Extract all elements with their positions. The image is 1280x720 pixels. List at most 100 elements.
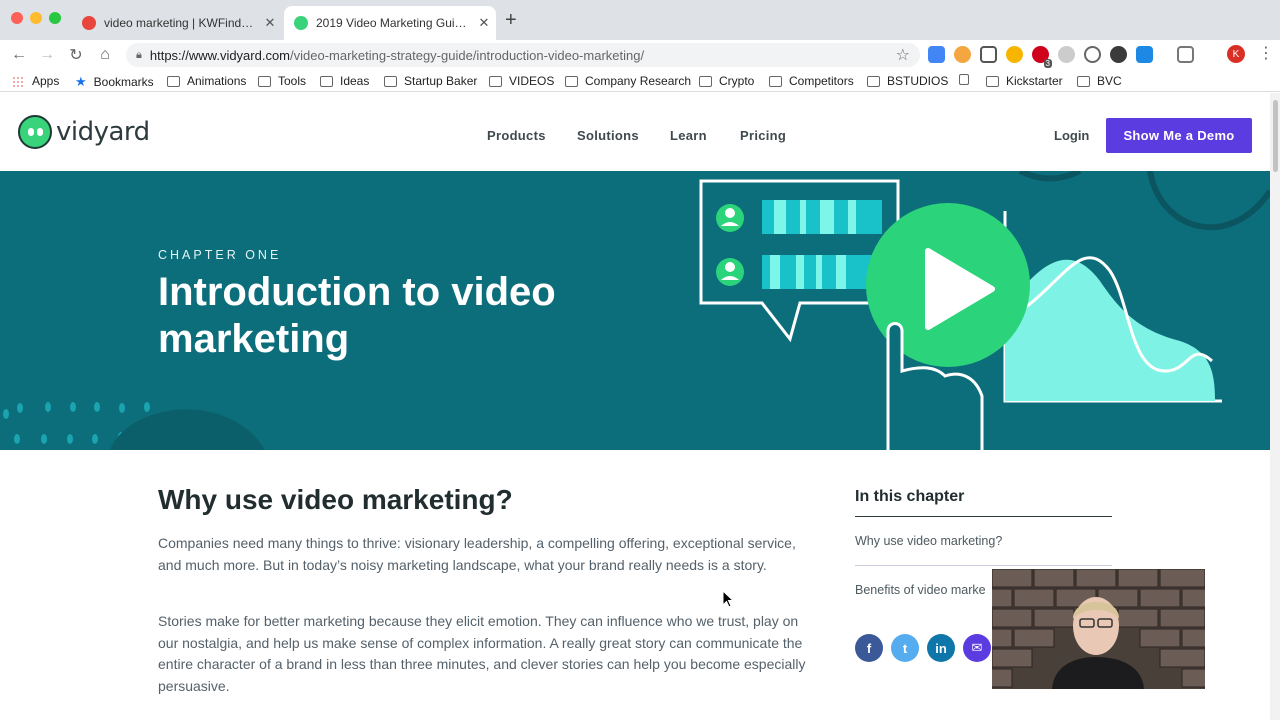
bookmark-folder[interactable]: Animations [167, 74, 246, 88]
extension-icon[interactable] [954, 46, 971, 63]
bookmark-label: BVC [1097, 74, 1122, 88]
reload-icon[interactable]: ↻ [65, 44, 87, 66]
bookmark-folder[interactable]: VIDEOS [489, 74, 554, 88]
scrollbar-thumb[interactable] [1273, 100, 1278, 172]
extension-icon[interactable] [1110, 46, 1127, 63]
nav-learn[interactable]: Learn [670, 128, 707, 143]
folder-icon [167, 75, 180, 87]
site-header: vidyard Products Solutions Learn Pricing… [0, 93, 1270, 171]
vidyard-favicon-icon [294, 16, 308, 30]
login-link[interactable]: Login [1054, 128, 1089, 143]
show-me-a-demo-button[interactable]: Show Me a Demo [1106, 118, 1252, 153]
bookmark-label: Animations [187, 74, 247, 88]
twitter-icon[interactable]: t [891, 634, 919, 662]
lock-icon: 🔒︎ [136, 48, 142, 61]
star-icon: ★ [75, 74, 87, 89]
bookmark-label: Tools [278, 74, 307, 88]
bookmark-folder[interactable]: Tools [258, 74, 306, 88]
folder-icon [258, 75, 271, 87]
close-tab-icon[interactable]: ✕ [472, 15, 496, 31]
logo-text: vidyard [56, 117, 150, 147]
maximize-window-button[interactable] [49, 12, 61, 24]
new-tab-plus-icon[interactable]: + [505, 9, 517, 32]
bookmark-label: Apps [32, 74, 60, 88]
folder-icon [565, 75, 578, 87]
bookmark-folder[interactable]: Ideas [320, 74, 369, 88]
bookmark-folder[interactable]: BSTUDIOS [867, 74, 948, 88]
nav-pricing[interactable]: Pricing [740, 128, 786, 143]
bookmark-bookmarks[interactable]: ★ Bookmarks [75, 74, 154, 90]
article-heading: Why use video marketing? [158, 484, 513, 515]
cast-icon[interactable] [1177, 46, 1194, 63]
hero-title: Introduction to video marketing [158, 270, 556, 361]
bookmark-label: BSTUDIOS [887, 74, 949, 88]
bookmark-folder[interactable]: Competitors [769, 74, 854, 88]
close-tab-icon[interactable]: ✕ [258, 15, 282, 31]
tab-title: video marketing | KWFinder.co [104, 16, 258, 30]
sync-icon[interactable] [1084, 46, 1101, 63]
minimize-window-button[interactable] [30, 12, 42, 24]
bookmark-label: Ideas [340, 74, 370, 88]
pocket-icon[interactable] [980, 46, 997, 63]
folder-icon [699, 75, 712, 87]
email-icon[interactable]: ✉ [963, 634, 991, 662]
page-scrollbar[interactable] [1270, 93, 1280, 720]
home-icon[interactable]: ⌂ [94, 44, 116, 66]
toc-item[interactable]: Why use video marketing? [855, 534, 1002, 548]
bookmark-apps[interactable]: Apps [12, 74, 59, 88]
extension-badge-icon[interactable]: 3 [1032, 46, 1052, 68]
toc-divider [855, 516, 1112, 517]
bookmark-label: Startup Baker [404, 74, 478, 88]
toc-divider [855, 565, 1112, 566]
extension-icon[interactable] [928, 46, 945, 63]
article-paragraph: Companies need many things to thrive: vi… [158, 535, 796, 573]
bookmark-folder[interactable]: Startup Baker [384, 74, 477, 88]
folder-icon [320, 75, 333, 87]
forward-arrow-icon[interactable]: → [36, 44, 58, 66]
bookmarks-bar: Apps ★ Bookmarks Animations Tools Ideas S… [0, 70, 1280, 92]
nav-solutions[interactable]: Solutions [577, 128, 639, 143]
folder-icon [867, 75, 880, 87]
bookmark-label: Kickstarter [1006, 74, 1063, 88]
vidyard-logo[interactable]: vidyard [18, 115, 150, 149]
bookmark-file[interactable] [959, 74, 976, 85]
file-icon [959, 74, 969, 85]
bookmark-label: Crypto [719, 74, 755, 88]
extension-icon[interactable] [1006, 46, 1023, 63]
url-path: /video-marketing-strategy-guide/introduc… [290, 47, 645, 63]
extension-icon[interactable] [1136, 46, 1153, 63]
profile-avatar[interactable]: K [1227, 45, 1245, 63]
extension-badge-count: 3 [1043, 59, 1052, 68]
back-arrow-icon[interactable]: ← [8, 44, 30, 66]
folder-icon [384, 75, 397, 87]
webcam-overlay [992, 569, 1205, 689]
extension-icon[interactable] [1058, 46, 1075, 63]
bookmark-label: Bookmarks [93, 75, 154, 89]
address-bar[interactable]: 🔒︎ https://www.vidyard.com/video-marketi… [126, 43, 920, 67]
nav-products[interactable]: Products [487, 128, 546, 143]
bookmark-label: VIDEOS [509, 74, 555, 88]
browser-toolbar: ← → ↻ ⌂ 🔒︎ https://www.vidyard.com/video… [0, 40, 1280, 70]
hero-banner: CHAPTER ONE Introduction to video market… [0, 171, 1270, 450]
folder-icon [986, 75, 999, 87]
bookmark-folder[interactable]: Crypto [699, 74, 754, 88]
bookmark-folder[interactable]: Company Research [565, 74, 691, 88]
vidyard-logo-icon [18, 115, 52, 149]
menu-kebab-icon[interactable]: ⋮ [1258, 43, 1274, 63]
facebook-icon[interactable]: f [855, 634, 883, 662]
bookmark-folder[interactable]: BVC [1077, 74, 1122, 88]
tab-kwfinder[interactable]: video marketing | KWFinder.co ✕ [72, 6, 282, 40]
folder-icon [1077, 75, 1090, 87]
bookmark-star-icon[interactable]: ☆ [896, 45, 910, 65]
toc-title: In this chapter [855, 488, 965, 505]
bookmark-folder[interactable]: Kickstarter [986, 74, 1063, 88]
extensions-area: 3 [928, 46, 1194, 68]
close-window-button[interactable] [11, 12, 23, 24]
linkedin-icon[interactable]: in [927, 634, 955, 662]
url-host: https://www.vidyard.com [149, 47, 291, 63]
apps-grid-icon [12, 75, 25, 87]
toc-item[interactable]: Benefits of video marke [855, 583, 986, 597]
mouse-cursor-icon [722, 590, 734, 608]
tab-vidyard-guide[interactable]: 2019 Video Marketing Guide | V ✕ [284, 6, 496, 40]
browser-tab-bar: video marketing | KWFinder.co ✕ 2019 Vid… [0, 0, 1280, 40]
